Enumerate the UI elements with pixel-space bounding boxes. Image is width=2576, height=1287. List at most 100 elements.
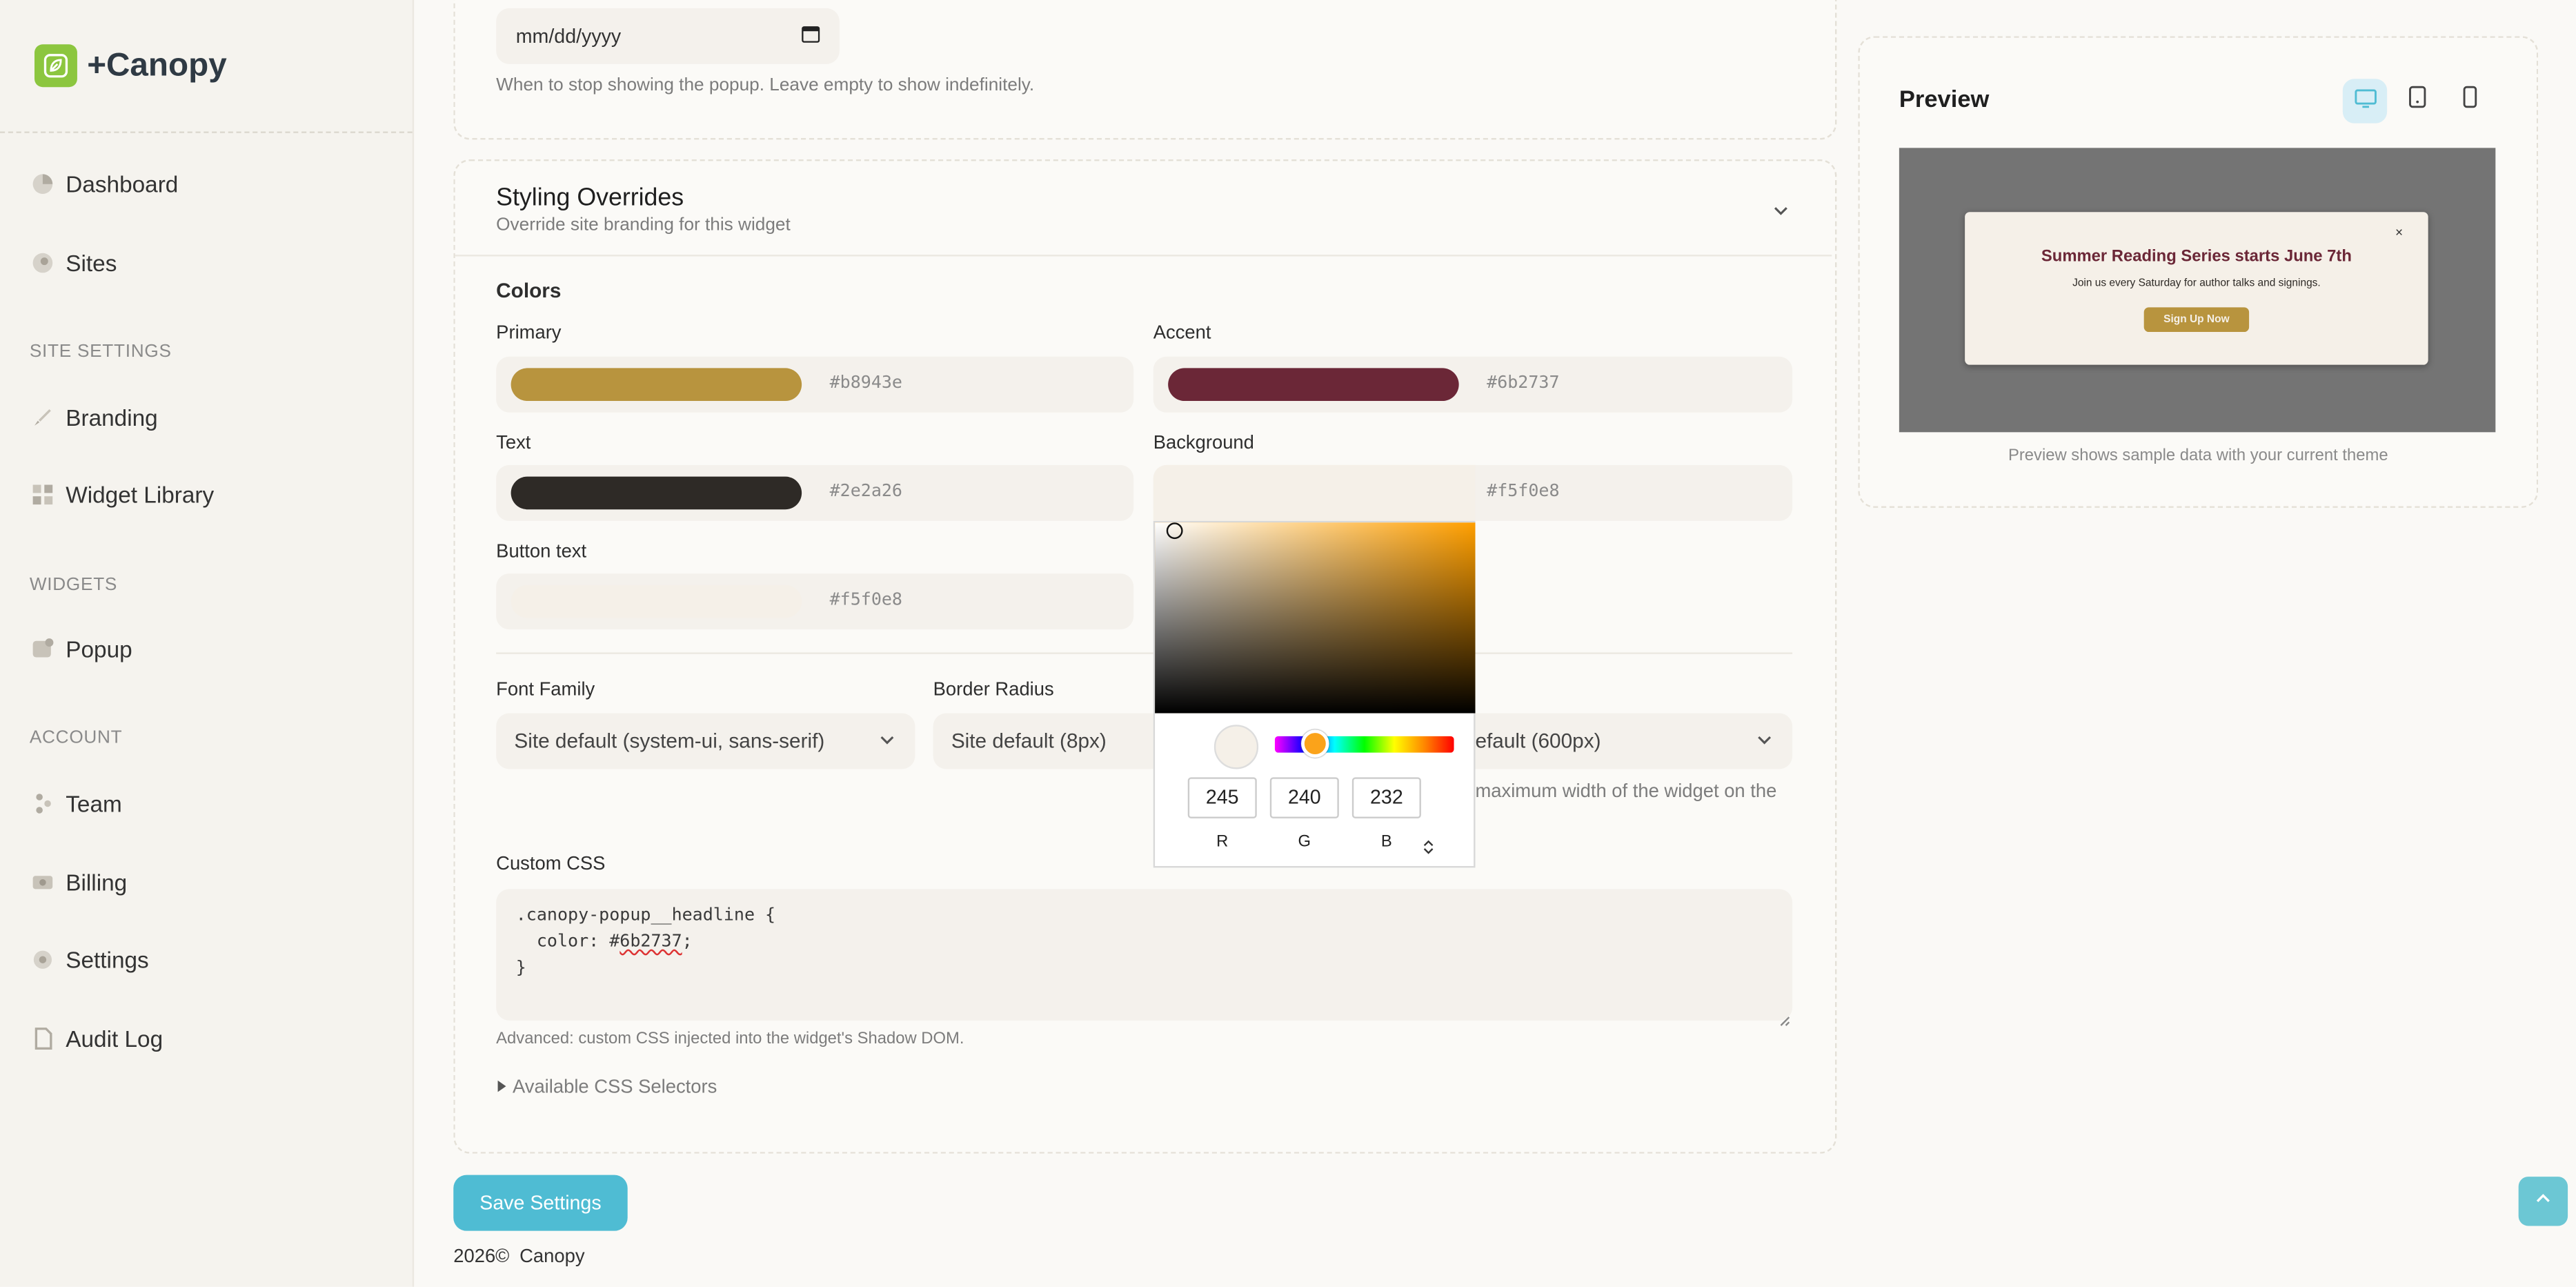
font-family-value: Site default (system-ui, sans-serif) — [514, 729, 825, 753]
text-color-field[interactable]: #2e2a26 — [496, 464, 1134, 521]
footer-company[interactable]: Canopy — [519, 1247, 584, 1267]
preview-popup: × Summer Reading Series starts June 7th … — [1965, 212, 2428, 365]
sidebar-item-widget-library[interactable]: Widget Library — [30, 482, 214, 508]
date-placeholder: mm/dd/yyyy — [515, 24, 622, 48]
color-picker[interactable]: 245 240 232 R G B — [1153, 520, 1476, 868]
green-input[interactable]: 240 — [1269, 777, 1339, 818]
max-width-select[interactable]: efault (600px) — [1445, 713, 1793, 769]
end-date-input[interactable]: mm/dd/yyyy — [496, 8, 840, 64]
chevron-down-icon[interactable] — [1771, 199, 1791, 228]
sidebar-item-team[interactable]: Team — [30, 790, 122, 817]
tablet-icon — [2408, 86, 2426, 117]
sidebar-item-label: Dashboard — [66, 170, 179, 197]
nav-section-title: ACCOUNT — [29, 727, 123, 748]
preview-stage: × Summer Reading Series starts June 7th … — [1899, 148, 2496, 433]
sidebar-item-label: Popup — [66, 636, 132, 662]
section-title: Styling Overrides — [496, 184, 684, 213]
background-color-field[interactable]: #f5f0e8 — [1153, 464, 1793, 521]
format-toggle-icon[interactable] — [1423, 833, 1434, 863]
brush-icon — [30, 405, 55, 430]
css-misspelled-token: 6b2737 — [620, 932, 682, 952]
footer-year: 2026© — [453, 1247, 510, 1268]
mobile-view-button[interactable] — [2448, 79, 2492, 123]
team-icon — [30, 792, 55, 816]
primary-hex[interactable]: #b8943e — [830, 373, 902, 393]
popup-body: Join us every Saturday for author talks … — [2072, 277, 2321, 290]
caret-right-icon — [496, 1078, 508, 1098]
brand[interactable]: +Canopy — [34, 44, 227, 88]
colors-heading: Colors — [496, 279, 562, 303]
divider — [0, 131, 413, 133]
primary-label: Primary — [496, 324, 562, 344]
primary-swatch[interactable] — [511, 368, 802, 402]
saturation-value-area[interactable] — [1155, 522, 1476, 714]
color-preview-swatch — [1213, 725, 1259, 769]
sidebar-item-popup[interactable]: Popup — [30, 636, 132, 662]
text-swatch[interactable] — [511, 476, 802, 510]
custom-css-help: Advanced: custom CSS injected into the w… — [496, 1030, 964, 1049]
green-label: G — [1298, 833, 1311, 852]
button-text-label: Button text — [496, 542, 587, 562]
sidebar-item-sites[interactable]: Sites — [30, 250, 117, 276]
footer: 2026© Canopy — [453, 1247, 584, 1267]
font-family-select[interactable]: Site default (system-ui, sans-serif) — [496, 713, 915, 769]
available-selectors-toggle[interactable]: Available CSS Selectors — [496, 1078, 717, 1098]
sidebar-item-branding[interactable]: Branding — [30, 404, 158, 431]
accent-swatch[interactable] — [1168, 368, 1459, 402]
button-text-swatch[interactable] — [511, 584, 802, 618]
leaf-logo-icon — [34, 44, 77, 88]
css-line: color: # — [515, 932, 620, 952]
border-radius-select[interactable]: Site default (8px) — [933, 713, 1164, 769]
custom-css-label: Custom CSS — [496, 854, 606, 874]
sidebar-item-label: Branding — [66, 404, 158, 431]
sidebar-item-audit-log[interactable]: Audit Log — [30, 1025, 163, 1052]
sidebar-item-label: Widget Library — [66, 481, 215, 508]
button-text-hex[interactable]: #f5f0e8 — [830, 590, 902, 610]
sidebar-item-label: Settings — [66, 946, 149, 973]
divider — [496, 652, 1793, 654]
popup-headline: Summer Reading Series starts June 7th — [2041, 248, 2352, 266]
popup-cta-button[interactable]: Sign Up Now — [2143, 307, 2250, 333]
sidebar-item-dashboard[interactable]: Dashboard — [30, 171, 179, 197]
red-input[interactable]: 245 — [1187, 777, 1257, 818]
css-line: ; — [682, 932, 693, 952]
nav-section-title: WIDGETS — [29, 575, 118, 596]
resize-handle-icon[interactable] — [1779, 1005, 1791, 1035]
mobile-icon — [2463, 86, 2477, 117]
sidebar-item-billing[interactable]: Billing — [30, 870, 127, 896]
card-icon — [30, 870, 55, 895]
custom-css-textarea[interactable]: .canopy-popup__headline { color: #6b2737… — [496, 889, 1793, 1021]
sidebar-item-label: Sites — [66, 249, 117, 277]
accent-color-field[interactable]: #6b2737 — [1153, 356, 1793, 413]
primary-color-field[interactable]: #b8943e — [496, 356, 1134, 413]
background-hex[interactable]: #f5f0e8 — [1487, 482, 1559, 502]
close-icon[interactable]: × — [2395, 225, 2403, 239]
blue-input[interactable]: 232 — [1351, 777, 1421, 818]
preview-note: Preview shows sample data with your curr… — [2008, 446, 2388, 465]
max-width-help: maximum width of the widget on the — [1475, 782, 1777, 803]
background-label: Background — [1153, 433, 1254, 454]
accent-hex[interactable]: #6b2737 — [1487, 373, 1559, 393]
hue-slider-handle[interactable] — [1301, 729, 1329, 758]
save-settings-button[interactable]: Save Settings — [453, 1175, 628, 1231]
sidebar: +Canopy Dashboard Sites SITE SETTINGS Br… — [0, 0, 415, 1287]
calendar-icon[interactable] — [802, 25, 820, 48]
saturation-cursor[interactable] — [1166, 522, 1183, 540]
red-label: R — [1216, 833, 1229, 852]
text-hex[interactable]: #2e2a26 — [830, 482, 902, 502]
log-icon — [30, 1026, 55, 1051]
sidebar-item-label: Audit Log — [66, 1025, 164, 1052]
desktop-view-button[interactable] — [2342, 79, 2388, 124]
border-radius-value: Site default (8px) — [951, 729, 1107, 753]
sidebar-item-label: Team — [66, 790, 122, 817]
page: +Canopy Dashboard Sites SITE SETTINGS Br… — [0, 0, 2576, 1287]
section-subtitle: Override site branding for this widget — [496, 215, 791, 235]
chevron-down-icon — [1754, 729, 1774, 754]
tablet-view-button[interactable] — [2395, 79, 2439, 123]
css-line: } — [515, 958, 526, 978]
scroll-to-top-button[interactable] — [2518, 1177, 2568, 1226]
sidebar-item-settings[interactable]: Settings — [30, 947, 149, 973]
brand-name: +Canopy — [87, 46, 227, 83]
background-swatch[interactable] — [1153, 464, 1476, 521]
button-text-color-field[interactable]: #f5f0e8 — [496, 573, 1134, 630]
